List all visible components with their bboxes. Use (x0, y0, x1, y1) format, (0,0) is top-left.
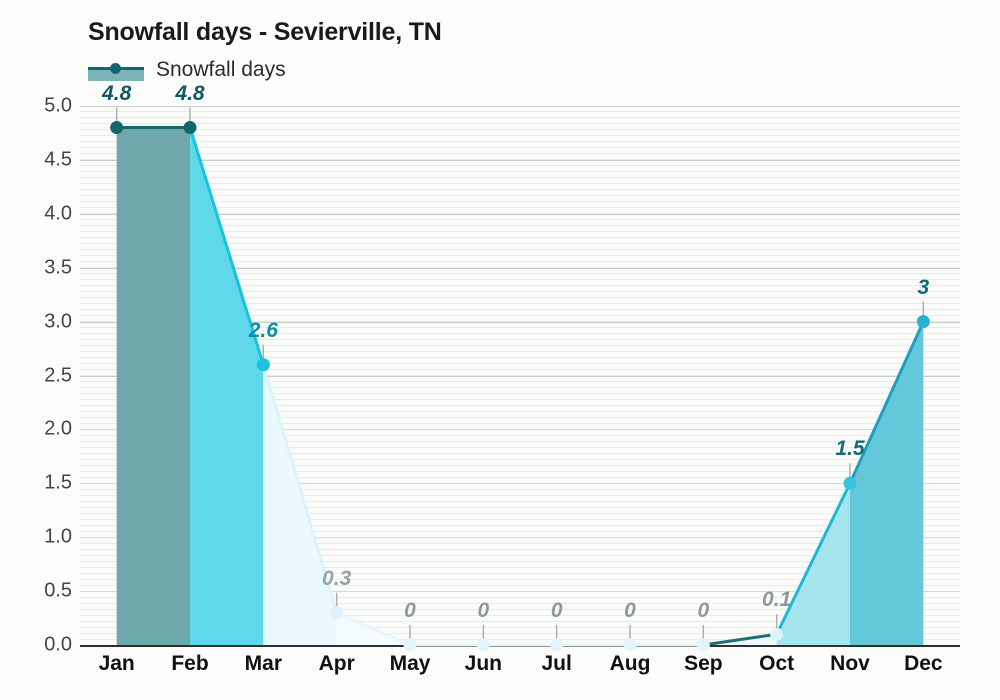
y-axis-tick-label: 4.0 (44, 202, 72, 225)
legend-marker-icon (110, 63, 121, 74)
gridline (80, 429, 960, 431)
chart-container: Snowfall days - Sevierville, TN Snowfall… (0, 0, 1000, 700)
y-axis-tick-label: 2.0 (44, 417, 72, 440)
y-axis: 0.0 0.5 1.0 1.5 2.0 2.5 3.0 3.5 4.0 4.5 5.0 (8, 0, 72, 700)
gridline (80, 321, 960, 323)
x-axis-tick-label: Dec (904, 652, 943, 675)
x-axis-tick-label: Aug (609, 652, 651, 675)
data-point-label: 0.3 (322, 566, 352, 590)
y-axis-tick-label: 1.5 (44, 471, 72, 494)
x-axis-tick-label: Jan (98, 652, 135, 675)
plot-area (80, 106, 960, 645)
y-axis-tick-label: 2.5 (44, 364, 72, 386)
x-axis-line (80, 645, 960, 647)
gridline (80, 537, 960, 539)
data-point-label: 4.8 (175, 81, 205, 105)
gridline (80, 591, 960, 593)
data-point-label: 0 (477, 599, 490, 622)
y-axis-tick-label: 4.5 (44, 148, 72, 171)
data-point-label: 0 (550, 599, 563, 622)
data-point-label: 3 (917, 275, 930, 299)
chart-title: Snowfall days - Sevierville, TN (88, 18, 442, 46)
gridline (80, 375, 960, 377)
y-axis-tick-label: 0.0 (44, 633, 72, 656)
gridline (80, 213, 960, 215)
y-axis-tick-label: 1.0 (44, 525, 72, 548)
x-axis-tick-label: Mar (244, 652, 283, 675)
gridline (80, 483, 960, 485)
x-axis-tick-label: Oct (759, 652, 795, 675)
y-axis-tick-label: 0.5 (44, 579, 72, 602)
y-axis-tick-label: 3.0 (44, 310, 72, 333)
legend-item-label: Snowfall days (156, 58, 286, 81)
x-axis-tick-label: Jul (541, 652, 572, 675)
x-axis-tick-label: Apr (318, 652, 355, 675)
chart-legend: Snowfall days (88, 58, 286, 82)
data-point-label: 0 (697, 599, 710, 622)
legend-swatch-icon (88, 59, 144, 81)
data-point-label: 0.1 (762, 588, 792, 612)
x-axis-tick-label: Jun (464, 652, 502, 675)
data-point-label: 0 (624, 599, 636, 622)
data-point-label: 2.6 (248, 318, 278, 342)
y-axis-tick-label: 5.0 (44, 94, 72, 117)
y-axis-tick-label: 3.5 (44, 256, 72, 279)
gridline (80, 267, 960, 269)
x-axis-tick-label: Nov (830, 652, 870, 675)
gridline (80, 106, 960, 107)
x-axis-tick-label: Sep (684, 652, 723, 675)
x-axis-tick-label: Feb (171, 652, 209, 675)
x-axis: Jan Feb Mar Apr May Jun Jul Aug Sep Oct Nov Dec (80, 652, 960, 692)
data-point-label: 4.8 (102, 81, 132, 105)
gridline (80, 159, 960, 161)
data-point-label: 0 (404, 599, 416, 622)
data-point-label: 1.5 (835, 437, 865, 461)
x-axis-tick-label: May (389, 652, 431, 675)
